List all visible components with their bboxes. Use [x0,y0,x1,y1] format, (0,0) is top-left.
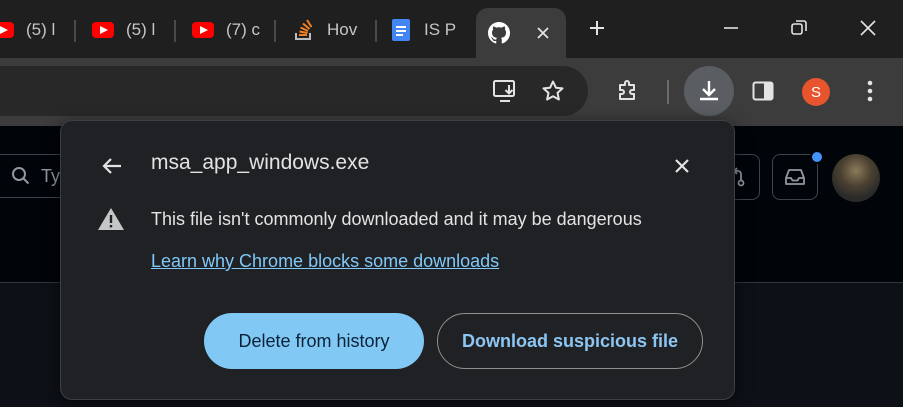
close-icon [675,159,689,173]
tab-title: (5) l [126,20,156,39]
tab-title: IS P [424,20,457,39]
browser-toolbar: S [0,58,903,126]
back-arrow-icon [102,158,121,174]
new-tab-button[interactable] [574,10,620,46]
tab-docs[interactable]: IS P [390,8,474,52]
restore-button[interactable] [776,10,822,46]
tab-youtube-2[interactable]: (5) l [92,8,176,52]
user-avatar[interactable] [832,154,880,202]
stackoverflow-icon [293,19,315,41]
tab-stackoverflow[interactable]: Hov [293,8,377,52]
downloads-button[interactable] [684,66,734,116]
bookmark-star-icon[interactable] [536,74,570,108]
close-dialog-button[interactable] [667,151,697,181]
tab-youtube-1[interactable]: (5) l [0,8,76,52]
search-icon [12,167,30,185]
minimize-icon [724,27,738,29]
inbox-icon [785,169,805,185]
toolbar-divider [667,80,669,104]
plus-icon [590,21,604,35]
download-warning-dialog: msa_app_windows.exe This file isn't comm… [60,120,735,400]
github-icon [488,22,510,44]
learn-why-link[interactable]: Learn why Chrome blocks some downloads [151,251,499,272]
tab-strip: (5) l (5) l (7) c Hov IS P [0,0,903,58]
back-button[interactable] [97,151,127,181]
download-filename: msa_app_windows.exe [151,151,370,174]
close-window-button[interactable] [845,10,891,46]
docs-icon [390,19,412,41]
tab-github-active[interactable] [476,8,566,58]
youtube-icon [0,19,14,41]
warning-message: This file isn't commonly downloaded and … [151,209,642,229]
notification-dot [810,150,824,164]
more-menu-icon[interactable] [855,74,885,108]
youtube-icon [92,19,114,41]
download-icon [700,81,718,101]
search-placeholder: Ty [41,165,61,186]
warning-icon [97,207,125,236]
restore-icon [791,20,807,35]
close-icon [860,20,876,36]
download-suspicious-file-button[interactable]: Download suspicious file [437,313,703,369]
tab-youtube-3[interactable]: (7) c [192,8,276,52]
minimize-button[interactable] [708,10,754,46]
install-app-icon[interactable] [488,74,522,108]
youtube-icon [192,19,214,41]
delete-from-history-button[interactable]: Delete from history [204,313,424,369]
tab-title: Hov [327,20,358,39]
side-panel-icon[interactable] [746,74,780,108]
tab-title: (7) c [226,20,260,39]
profile-avatar[interactable]: S [801,77,831,107]
close-tab-icon[interactable] [532,22,554,44]
extensions-icon[interactable] [611,74,645,108]
tab-title: (5) l [26,20,56,39]
